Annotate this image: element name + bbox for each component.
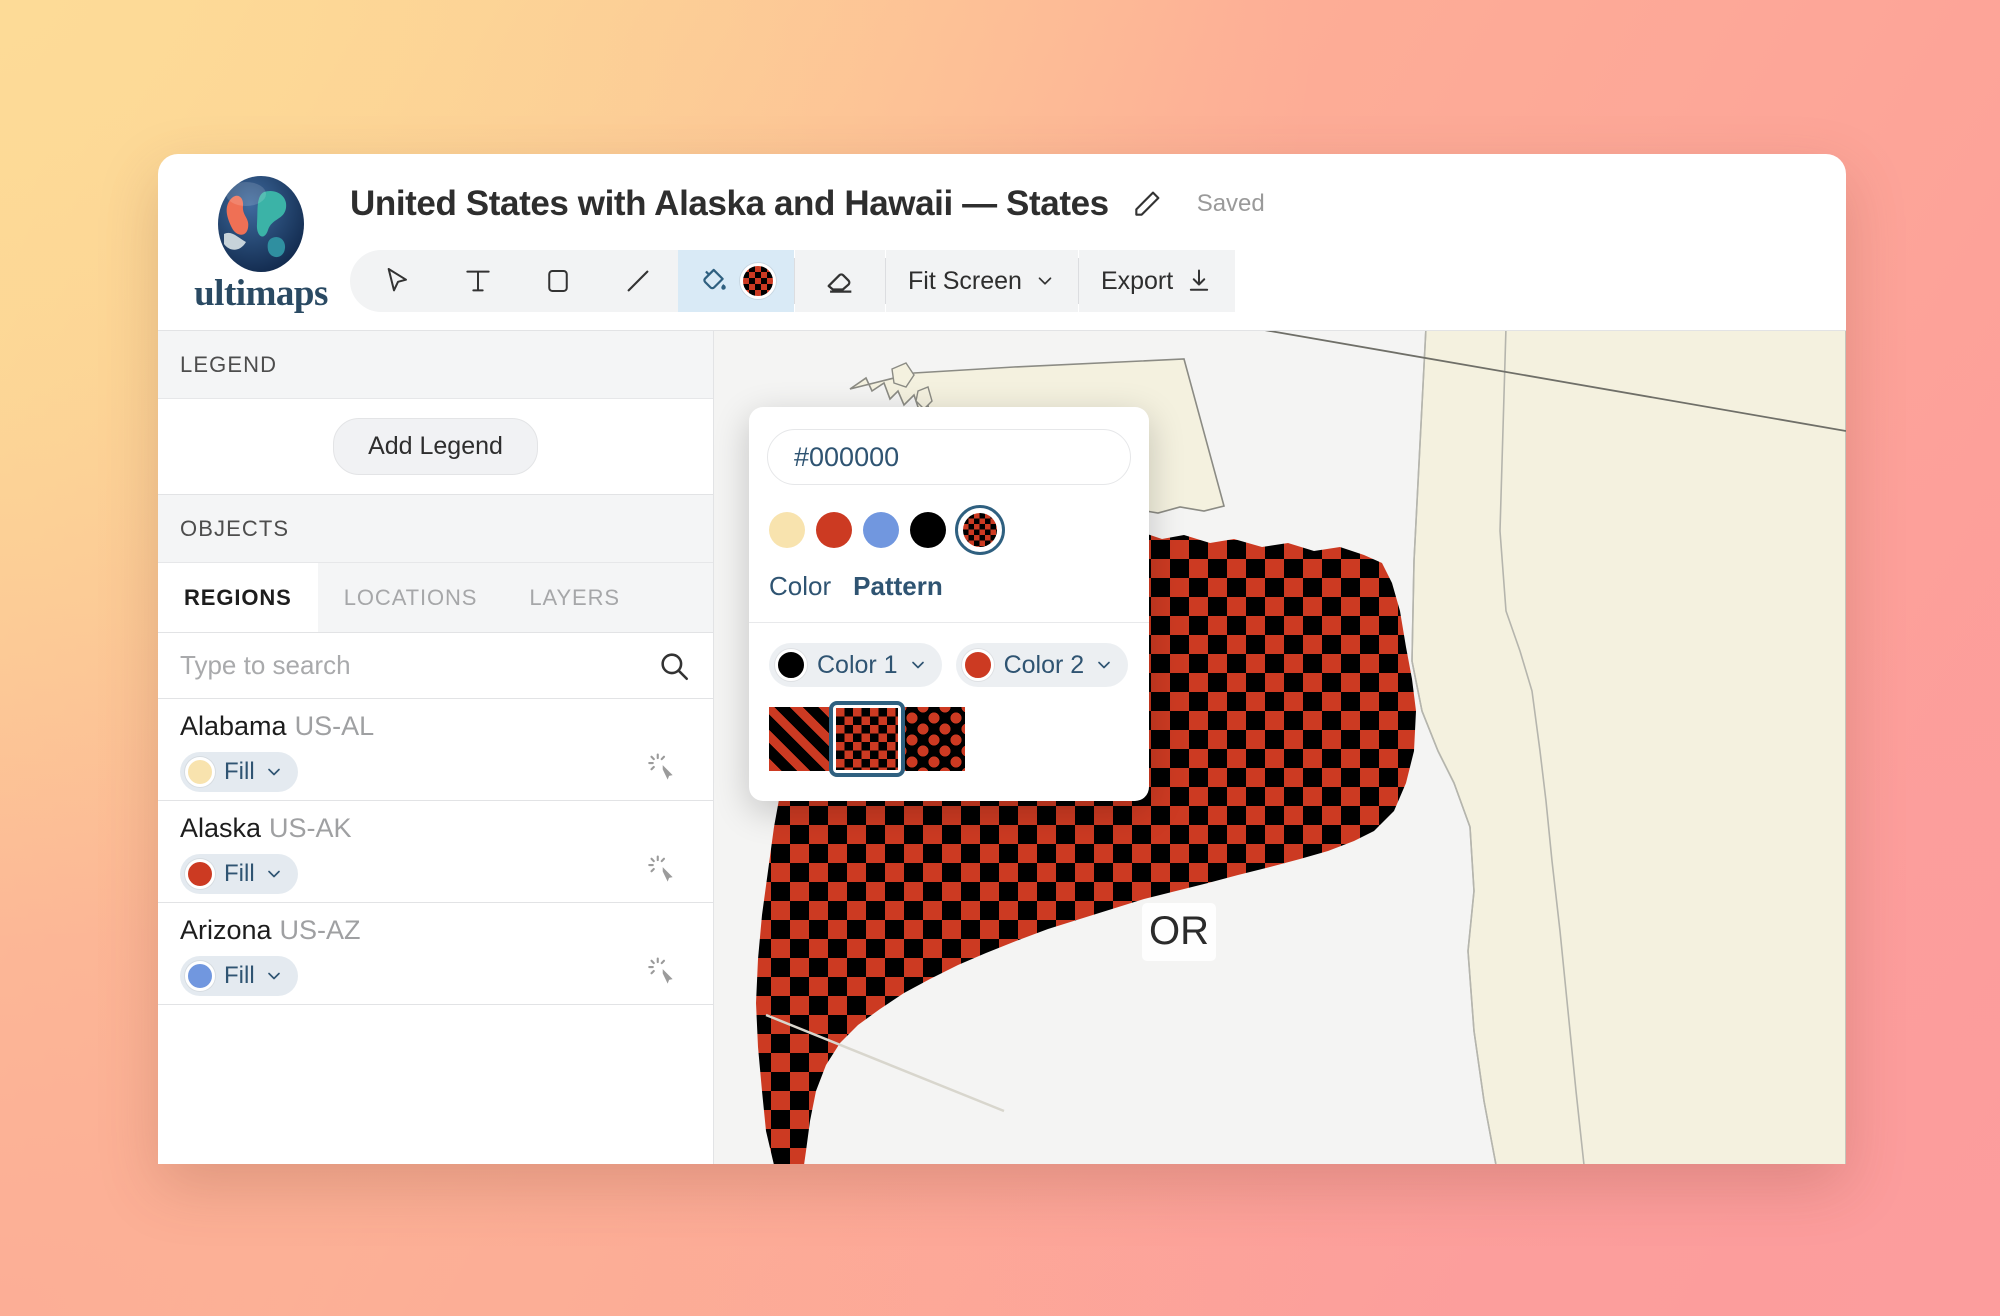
swatch-blue[interactable]	[863, 512, 899, 548]
title-row: United States with Alaska and Hawaii — S…	[350, 184, 1265, 224]
region-code: US-AK	[269, 813, 352, 843]
chevron-down-icon	[264, 966, 284, 986]
color-2-label: Color 2	[1004, 651, 1085, 680]
table-row[interactable]: Alaska US-AK Fill	[158, 801, 713, 903]
magic-select-icon[interactable]	[645, 955, 679, 989]
state-idaho	[1412, 331, 1846, 1164]
app-header: ultimaps United States with Alaska and H…	[158, 154, 1846, 330]
chevron-down-icon	[1094, 655, 1114, 675]
eraser-icon	[823, 264, 857, 298]
line-tool[interactable]	[598, 250, 678, 312]
color-1-swatch	[775, 649, 807, 681]
pattern-checkerboard-selected[interactable]	[829, 701, 905, 777]
swatch-pattern-selected[interactable]	[955, 505, 1005, 555]
color-2-dropdown[interactable]: Color 2	[956, 643, 1129, 687]
hex-color-input[interactable]	[794, 442, 1148, 473]
tab-regions[interactable]: REGIONS	[158, 563, 318, 632]
region-title-line: Alabama US-AL	[180, 711, 691, 742]
region-fill-label: Fill	[224, 758, 255, 786]
app-window: ultimaps United States with Alaska and H…	[158, 154, 1846, 1164]
swatch-black[interactable]	[910, 512, 946, 548]
magic-select-icon[interactable]	[645, 751, 679, 785]
left-sidebar: LEGEND Add Legend OBJECTS REGIONS LOCATI…	[158, 330, 714, 1164]
download-icon	[1185, 267, 1213, 295]
alpha-input[interactable]	[1148, 442, 1149, 473]
toolbar: Fit Screen Export	[350, 250, 1235, 312]
color-1-label: Color 1	[817, 651, 898, 680]
region-title-line: Alaska US-AK	[180, 813, 691, 844]
pattern-diagonal-stripes[interactable]	[769, 707, 833, 771]
region-name: Arizona	[180, 915, 272, 945]
pencil-icon[interactable]	[1129, 186, 1165, 222]
objects-tabs: REGIONS LOCATIONS LAYERS	[158, 563, 713, 633]
search-row	[158, 633, 713, 699]
search-input[interactable]	[180, 650, 657, 681]
tab-locations[interactable]: LOCATIONS	[318, 563, 504, 632]
objects-section-header: OBJECTS	[158, 495, 713, 563]
text-tool[interactable]	[438, 250, 518, 312]
region-code: US-AL	[295, 711, 375, 741]
color-1-dropdown[interactable]: Color 1	[769, 643, 942, 687]
paint-bucket-icon	[696, 264, 730, 298]
add-legend-button[interactable]: Add Legend	[333, 418, 538, 475]
region-fill-swatch	[185, 859, 215, 889]
zoom-level-label: Fit Screen	[908, 267, 1022, 296]
region-fill-swatch	[185, 961, 215, 991]
region-fill-dropdown[interactable]: Fill	[180, 956, 298, 996]
magic-select-icon[interactable]	[645, 853, 679, 887]
zoom-level-dropdown[interactable]: Fit Screen	[886, 250, 1078, 312]
globe-icon	[210, 172, 312, 276]
swatch-cream[interactable]	[769, 512, 805, 548]
pattern-checkerboard	[836, 708, 898, 770]
region-name: Alabama	[180, 711, 287, 741]
mode-color[interactable]: Color	[769, 571, 831, 602]
color-pattern-popover: Color Pattern Color 1 Color 2	[749, 407, 1149, 801]
rectangle-tool[interactable]	[518, 250, 598, 312]
export-label: Export	[1101, 267, 1173, 296]
region-name: Alaska	[180, 813, 261, 843]
preset-swatches	[749, 485, 1149, 555]
region-title-line: Arizona US-AZ	[180, 915, 691, 946]
region-fill-label: Fill	[224, 860, 255, 888]
chevron-down-icon	[264, 864, 284, 884]
tab-layers[interactable]: LAYERS	[503, 563, 646, 632]
pattern-choices	[749, 687, 1149, 801]
table-row[interactable]: Alabama US-AL Fill	[158, 699, 713, 801]
fill-swatch-preview[interactable]	[740, 263, 776, 299]
export-button[interactable]: Export	[1079, 250, 1235, 312]
swatch-pattern	[963, 513, 997, 547]
chevron-down-icon	[908, 655, 928, 675]
search-icon[interactable]	[657, 649, 691, 683]
region-fill-dropdown[interactable]: Fill	[180, 854, 298, 894]
tool-group	[350, 250, 678, 312]
hex-input-row[interactable]	[767, 429, 1131, 485]
eraser-tool[interactable]	[795, 250, 885, 312]
save-status: Saved	[1197, 190, 1265, 218]
swatch-red[interactable]	[816, 512, 852, 548]
chevron-down-icon	[1034, 270, 1056, 292]
region-fill-dropdown[interactable]: Fill	[180, 752, 298, 792]
color-2-swatch	[962, 649, 994, 681]
region-code: US-AZ	[280, 915, 361, 945]
fill-tool[interactable]	[678, 250, 794, 312]
select-tool[interactable]	[358, 250, 438, 312]
state-label-oregon: OR	[1142, 903, 1216, 961]
pattern-polka-dots[interactable]	[901, 707, 965, 771]
app-logo[interactable]: ultimaps	[186, 172, 336, 315]
region-fill-swatch	[185, 757, 215, 787]
table-row[interactable]: Arizona US-AZ Fill	[158, 903, 713, 1005]
page-title: United States with Alaska and Hawaii — S…	[350, 184, 1109, 224]
legend-section-header: LEGEND	[158, 331, 713, 399]
mode-tabs: Color Pattern	[749, 555, 1149, 622]
chevron-down-icon	[264, 762, 284, 782]
state-label-oregon-text: OR	[1149, 909, 1209, 953]
mode-pattern[interactable]: Pattern	[853, 571, 943, 602]
legend-section-body: Add Legend	[158, 399, 713, 495]
logo-wordmark: ultimaps	[186, 272, 336, 315]
region-fill-label: Fill	[224, 962, 255, 990]
pattern-color-slots: Color 1 Color 2	[749, 623, 1149, 687]
